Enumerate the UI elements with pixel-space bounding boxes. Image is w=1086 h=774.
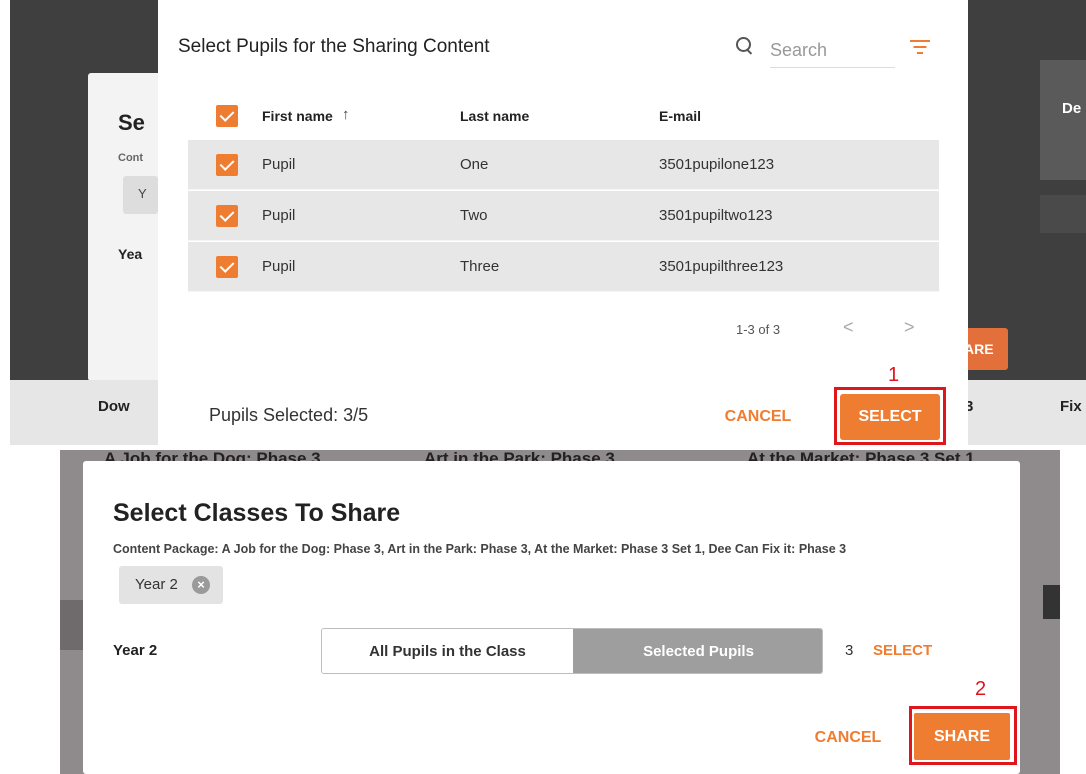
dialog-title: Select Classes To Share — [113, 499, 401, 527]
last-name-cell: Three — [460, 258, 500, 275]
close-icon[interactable]: × — [192, 576, 210, 594]
background-panel — [1043, 585, 1060, 619]
selected-pupils-toggle[interactable]: Selected Pupils — [573, 629, 822, 673]
chevron-right-icon[interactable]: > — [904, 317, 915, 338]
row-checkbox[interactable] — [216, 205, 238, 227]
table-row[interactable]: Pupil One 3501pupilone123 — [188, 140, 939, 190]
pupil-selection-screenshot: Se Cont Y Yea De ARE Dow 3 Fix Select Pu… — [10, 0, 1086, 445]
background-card — [1040, 60, 1086, 180]
background-year-partial: Yea — [118, 246, 143, 262]
pupils-selected-count: Pupils Selected: 3/5 — [209, 405, 369, 425]
chevron-left-icon[interactable]: < — [843, 317, 854, 338]
table-row[interactable]: Pupil Three 3501pupilthree123 — [188, 242, 939, 292]
last-name-cell: Two — [460, 207, 488, 224]
background-down-partial: Dow — [98, 398, 130, 415]
column-header-last-name[interactable]: Last name — [460, 108, 529, 124]
selected-pupils-count: 3 — [845, 642, 854, 659]
first-name-cell: Pupil — [262, 207, 296, 224]
pagination-range: 1-3 of 3 — [736, 322, 781, 337]
arrow-up-icon[interactable]: ↑ — [342, 106, 350, 123]
column-header-first-name[interactable]: First name — [262, 108, 333, 124]
first-name-cell: Pupil — [262, 156, 296, 173]
cancel-button[interactable]: CANCEL — [808, 723, 888, 753]
highlight-box-share — [909, 706, 1017, 765]
email-cell: 3501pupilthree123 — [659, 258, 784, 275]
filter-icon[interactable] — [910, 40, 930, 54]
cancel-button[interactable]: CANCEL — [718, 400, 798, 434]
background-de-partial: De — [1062, 100, 1082, 117]
class-chip[interactable]: Year 2 × — [119, 566, 223, 604]
dialog-title: Select Pupils for the Sharing Content — [178, 36, 490, 57]
table-row[interactable]: Pupil Two 3501pupiltwo123 — [188, 191, 939, 241]
class-row-label: Year 2 — [113, 642, 158, 659]
email-cell: 3501pupiltwo123 — [659, 207, 773, 224]
background-row — [1040, 195, 1086, 233]
select-pupils-link[interactable]: SELECT — [873, 642, 932, 659]
row-checkbox[interactable] — [216, 256, 238, 278]
email-cell: 3501pupilone123 — [659, 156, 775, 173]
class-sharing-screenshot: A Job for the Dog: Phase 3 Art in the Pa… — [60, 450, 1060, 774]
step-marker-2: 2 — [975, 678, 987, 700]
select-pupils-dialog: Select Pupils for the Sharing Content Fi… — [158, 0, 968, 445]
column-header-email[interactable]: E-mail — [659, 108, 701, 124]
background-title-partial: Se — [118, 110, 145, 135]
background-fix-partial: Fix — [1060, 398, 1082, 415]
step-marker-1: 1 — [888, 364, 900, 386]
first-name-cell: Pupil — [262, 258, 296, 275]
row-checkbox[interactable] — [216, 154, 238, 176]
search-input[interactable] — [770, 34, 895, 68]
chip-label: Year 2 — [135, 576, 178, 593]
all-pupils-toggle[interactable]: All Pupils in the Class — [322, 629, 573, 673]
select-all-checkbox[interactable] — [216, 105, 238, 127]
search-icon[interactable] — [735, 36, 755, 56]
highlight-box-select — [834, 387, 946, 445]
content-package-text: Content Package: A Job for the Dog: Phas… — [113, 542, 847, 556]
background-chip-partial: Y — [138, 186, 147, 201]
pupil-scope-toggle: All Pupils in the Class Selected Pupils — [321, 628, 823, 674]
background-cont-partial: Cont — [118, 152, 144, 164]
last-name-cell: One — [460, 156, 489, 173]
background-panel — [60, 600, 83, 650]
select-classes-dialog: Select Classes To Share Content Package:… — [83, 461, 1020, 774]
